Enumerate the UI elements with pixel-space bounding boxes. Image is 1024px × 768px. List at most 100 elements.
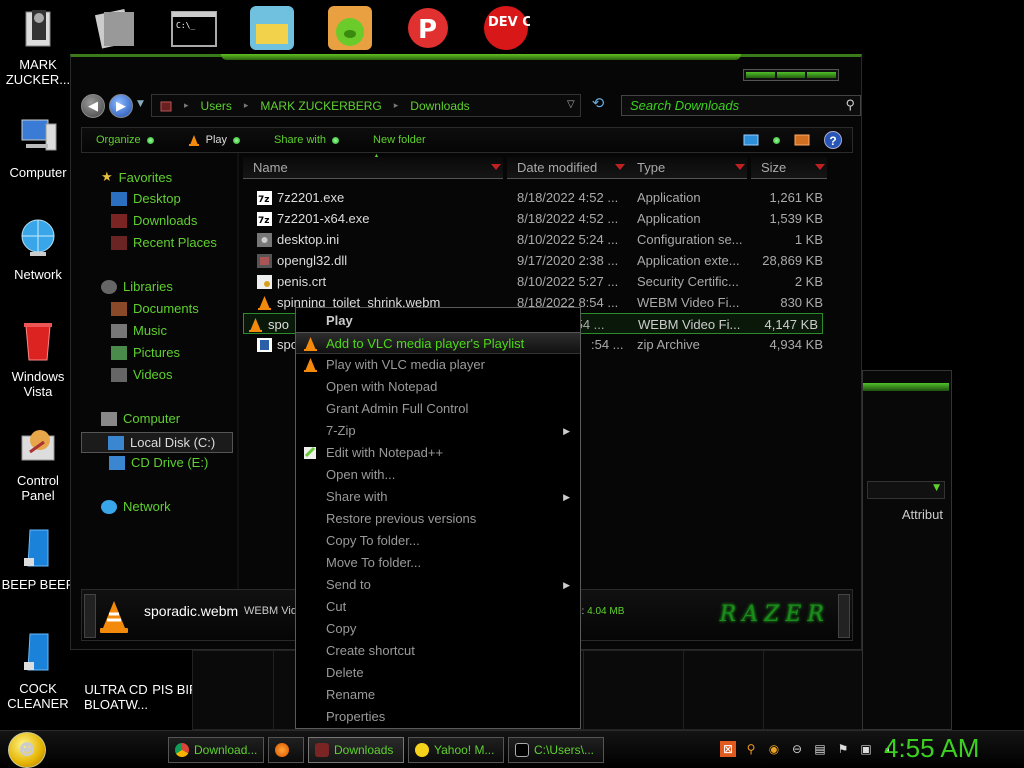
column-dropdown-icon[interactable]: [815, 164, 825, 170]
menu-item-share-with[interactable]: Share with ▶: [296, 486, 580, 508]
menu-item-send-to[interactable]: Send to ▶: [296, 574, 580, 596]
pane-divider[interactable]: [237, 153, 239, 593]
menu-item-rename[interactable]: Rename: [296, 684, 580, 706]
nav-local-disk[interactable]: Local Disk (C:): [81, 432, 233, 453]
address-bar[interactable]: ▸ Users ▸ MARK ZUCKERBERG ▸ Downloads: [151, 94, 581, 117]
angry-birds-pig-icon[interactable]: [326, 4, 374, 52]
command-prompt-icon[interactable]: C:\_: [170, 4, 218, 52]
menu-item-7zip[interactable]: 7-Zip ▶: [296, 420, 580, 442]
dev-cpp-icon[interactable]: DEV C++: [482, 4, 530, 52]
tray-action-center-flag-icon[interactable]: ⚑: [835, 741, 851, 757]
file-row[interactable]: 7z 7z2201-x64.exe 8/18/2022 4:52 ... App…: [253, 208, 828, 229]
nav-videos[interactable]: Videos: [111, 367, 173, 382]
menu-item-properties[interactable]: Properties: [296, 706, 580, 728]
play-button[interactable]: Play: [188, 134, 241, 146]
back-button[interactable]: ◀: [81, 94, 105, 118]
background-combo-box[interactable]: ▼: [867, 481, 945, 499]
help-icon[interactable]: ?: [824, 131, 842, 149]
menu-item-create-shortcut[interactable]: Create shortcut: [296, 640, 580, 662]
desktop-icon-recycle-bin[interactable]: Windows Vista: [0, 318, 76, 399]
nav-documents[interactable]: Documents: [111, 301, 199, 316]
menu-item-grant-admin-control[interactable]: Grant Admin Full Control: [296, 398, 580, 420]
window-caption-buttons[interactable]: [743, 69, 839, 81]
column-dropdown-icon[interactable]: [615, 164, 625, 170]
nav-computer[interactable]: Computer: [101, 411, 180, 426]
breadcrumb-users[interactable]: Users: [201, 99, 232, 113]
breadcrumb-user[interactable]: MARK ZUCKERBERG: [260, 99, 381, 113]
menu-item-play[interactable]: Play: [296, 310, 580, 332]
share-with-button[interactable]: Share with: [274, 134, 340, 146]
history-dropdown-icon[interactable]: ▼: [137, 99, 144, 109]
nav-desktop[interactable]: Desktop: [111, 191, 181, 206]
column-header-type[interactable]: Type: [627, 157, 747, 179]
desktop-icon-beep-beep[interactable]: BEEP BEEP: [0, 526, 76, 592]
file-row[interactable]: 7z 7z2201.exe 8/18/2022 4:52 ... Applica…: [253, 187, 828, 208]
desktop-icon-computer[interactable]: Computer: [0, 114, 76, 180]
taskbar-item-yahoo[interactable]: Yahoo! M...: [408, 737, 504, 763]
refresh-icon[interactable]: ⟲: [587, 94, 609, 116]
menu-item-delete[interactable]: Delete: [296, 662, 580, 684]
file-row[interactable]: penis.crt 8/10/2022 5:27 ... Security Ce…: [253, 271, 828, 292]
papers-icon[interactable]: [92, 4, 140, 52]
organize-button[interactable]: Organize: [96, 134, 154, 146]
close-button[interactable]: [807, 72, 837, 78]
tray-media-icon[interactable]: ◉: [766, 741, 782, 757]
desktop-icon-cock-cleaner[interactable]: COCK CLEANER: [0, 630, 76, 711]
breadcrumb-downloads[interactable]: Downloads: [410, 99, 469, 113]
maximize-button[interactable]: [776, 72, 806, 78]
tray-app-icon[interactable]: ⊠: [720, 741, 736, 757]
menu-item-play-with-vlc[interactable]: Play with VLC media player: [296, 354, 580, 376]
tray-search-icon[interactable]: ⚲: [743, 741, 759, 757]
column-dropdown-icon[interactable]: [491, 164, 501, 170]
nav-favorites[interactable]: ★ Favorites: [101, 169, 172, 185]
nav-network[interactable]: Network: [101, 499, 171, 514]
search-icon[interactable]: ⚲: [845, 97, 855, 113]
taskbar-clock[interactable]: 4:55 AM: [884, 733, 979, 764]
combo-dropdown-icon[interactable]: ▼: [933, 483, 940, 493]
nav-music[interactable]: Music: [111, 323, 167, 338]
menu-item-copy-to-folder[interactable]: Copy To folder...: [296, 530, 580, 552]
start-button[interactable]: ☻: [8, 732, 46, 768]
nav-cd-drive[interactable]: CD Drive (E:): [109, 455, 208, 470]
menu-item-cut[interactable]: Cut: [296, 596, 580, 618]
nav-recent-places[interactable]: Recent Places: [111, 235, 217, 250]
file-row[interactable]: desktop.ini 8/10/2022 5:24 ... Configura…: [253, 229, 828, 250]
menu-item-copy[interactable]: Copy: [296, 618, 580, 640]
nav-network-label: Network: [123, 499, 171, 514]
tray-network-icon[interactable]: ▣: [858, 741, 874, 757]
folder-app-icon[interactable]: [248, 4, 296, 52]
nav-downloads[interactable]: Downloads: [111, 213, 197, 228]
menu-item-edit-with-notepadpp[interactable]: Edit with Notepad++: [296, 442, 580, 464]
column-header-name[interactable]: Name: [243, 157, 503, 179]
attributes-column-header[interactable]: Attribut: [863, 507, 943, 522]
forward-button[interactable]: ▶: [109, 94, 133, 118]
p-logo-icon[interactable]: P: [404, 4, 452, 52]
address-dropdown-icon[interactable]: ▽: [567, 99, 575, 110]
menu-item-move-to-folder[interactable]: Move To folder...: [296, 552, 580, 574]
tray-document-icon[interactable]: ▤: [812, 741, 828, 757]
new-folder-button[interactable]: New folder: [373, 134, 426, 146]
menu-item-open-with-notepad[interactable]: Open with Notepad: [296, 376, 580, 398]
menu-item-open-with[interactable]: Open with...: [296, 464, 580, 486]
menu-item-add-to-vlc-playlist[interactable]: Add to VLC media player's Playlist: [296, 332, 580, 354]
desktop-icon-control-panel[interactable]: Control Panel: [0, 422, 76, 503]
desktop-icon-user-folder[interactable]: MARK ZUCKER...: [0, 6, 76, 87]
nav-libraries[interactable]: Libraries: [101, 279, 173, 294]
taskbar-item-chrome[interactable]: Download...: [168, 737, 264, 763]
taskbar-item-command-prompt[interactable]: C:\Users\...: [508, 737, 604, 763]
search-input[interactable]: Search Downloads ⚲: [621, 95, 861, 116]
tray-chat-icon[interactable]: ⊖: [789, 741, 805, 757]
menu-item-restore-previous-versions[interactable]: Restore previous versions: [296, 508, 580, 530]
taskbar-item-firefox[interactable]: [268, 737, 304, 763]
column-header-size[interactable]: Size: [751, 157, 827, 179]
taskbar-item-downloads[interactable]: Downloads: [308, 737, 404, 763]
column-header-date[interactable]: Date modified: [507, 157, 627, 179]
details-file-name: sporadic.webm: [144, 603, 239, 619]
view-options-icon[interactable]: [743, 134, 759, 146]
nav-pictures[interactable]: Pictures: [111, 345, 180, 360]
file-row[interactable]: opengl32.dll 9/17/2020 2:38 ... Applicat…: [253, 250, 828, 271]
minimize-button[interactable]: [746, 72, 775, 78]
preview-pane-icon[interactable]: [794, 134, 810, 146]
column-dropdown-icon[interactable]: [735, 164, 745, 170]
desktop-icon-network[interactable]: Network: [0, 216, 76, 282]
